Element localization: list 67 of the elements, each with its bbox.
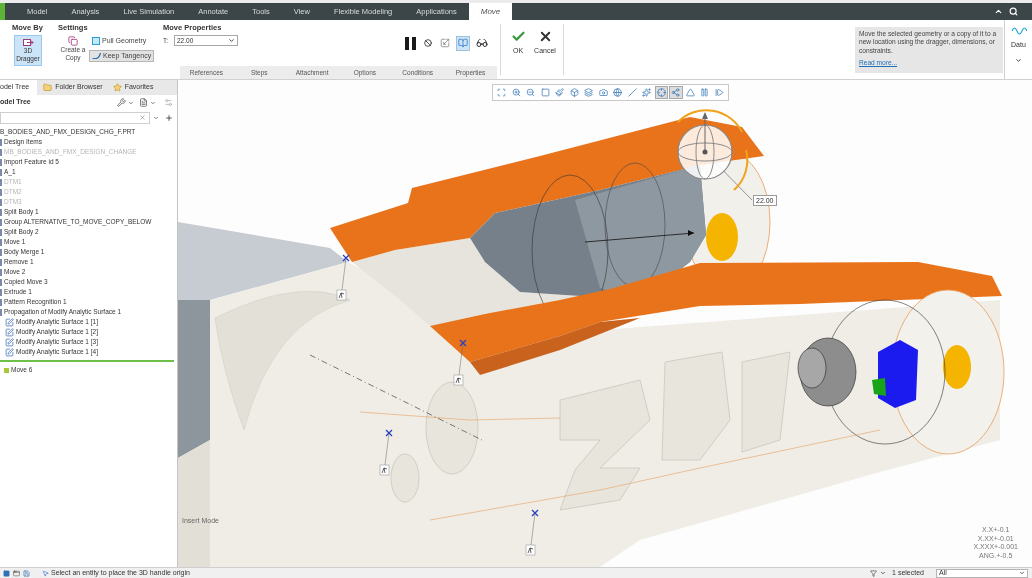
search-icon[interactable] <box>1009 7 1018 16</box>
sparkles-icon <box>642 88 652 97</box>
wrench-icon[interactable] <box>117 98 126 107</box>
nodes-icon <box>671 88 681 97</box>
layers-icon <box>584 88 594 97</box>
zoom-in-icon <box>511 88 521 97</box>
view-tool-button[interactable] <box>712 86 726 99</box>
caret-icon[interactable] <box>128 99 134 106</box>
brush-icon <box>555 88 565 97</box>
filter-icon[interactable] <box>870 569 878 577</box>
view-tool-button[interactable] <box>596 86 610 99</box>
step-forward-icon <box>714 88 724 97</box>
square-icon <box>540 88 550 97</box>
caret-icon[interactable] <box>1015 56 1022 64</box>
wave-icon[interactable] <box>1011 26 1027 36</box>
view-tool-button[interactable] <box>683 86 697 99</box>
view-tool-button[interactable] <box>669 86 683 99</box>
clear-icon[interactable] <box>139 114 146 121</box>
sliders-icon[interactable] <box>164 98 173 107</box>
glasses-icon <box>476 37 488 50</box>
book-icon <box>458 38 468 49</box>
copy-icon <box>68 36 78 46</box>
crosshair-icon <box>656 88 666 97</box>
caret-icon[interactable] <box>880 570 887 576</box>
ribbon-tab[interactable]: Move <box>468 3 513 20</box>
zoom-out-icon <box>526 88 536 97</box>
folder-icon <box>43 83 53 92</box>
pointer-icon <box>42 569 49 577</box>
pause-icon <box>405 36 416 50</box>
caret-icon <box>228 37 235 44</box>
collapse-ribbon-icon[interactable] <box>994 7 1003 16</box>
view-tool-button[interactable] <box>567 86 581 99</box>
slash-icon <box>627 88 637 97</box>
view-tool-button[interactable] <box>625 86 639 99</box>
tangent-curve-icon <box>92 52 101 60</box>
scaling-icon <box>440 38 450 49</box>
edit-icon <box>5 317 14 327</box>
zoom-fit-icon <box>497 88 507 97</box>
cube-icon <box>569 88 579 97</box>
view-tool-button[interactable] <box>611 86 625 99</box>
caret-icon[interactable] <box>153 114 159 121</box>
camera-icon <box>598 88 608 97</box>
page-icon[interactable] <box>139 98 148 107</box>
triangle-icon <box>685 88 695 97</box>
square-icon <box>92 37 100 45</box>
view-tool-button[interactable] <box>640 86 654 99</box>
caret-icon[interactable] <box>150 99 156 106</box>
tool-button[interactable] <box>403 35 418 51</box>
view-tool-button[interactable] <box>495 86 509 99</box>
feature-icon <box>4 367 9 373</box>
check-icon <box>510 29 526 44</box>
window-icon[interactable] <box>13 569 20 577</box>
globe-icon <box>613 88 623 97</box>
caret-icon <box>1019 570 1025 576</box>
add-icon[interactable] <box>165 113 173 122</box>
search-field[interactable] <box>0 111 150 124</box>
edit-icon <box>5 337 14 347</box>
prohibited-icon <box>424 39 432 48</box>
view-tool-button[interactable] <box>582 86 596 99</box>
view-tool-button[interactable] <box>538 86 552 99</box>
edit-icon <box>5 347 14 357</box>
save-icon[interactable] <box>23 569 30 577</box>
edit-icon <box>5 327 14 337</box>
pause-icon <box>700 88 710 97</box>
star-icon <box>112 83 122 92</box>
view-tool-button[interactable] <box>553 86 567 99</box>
view-tool-button[interactable] <box>654 86 668 99</box>
